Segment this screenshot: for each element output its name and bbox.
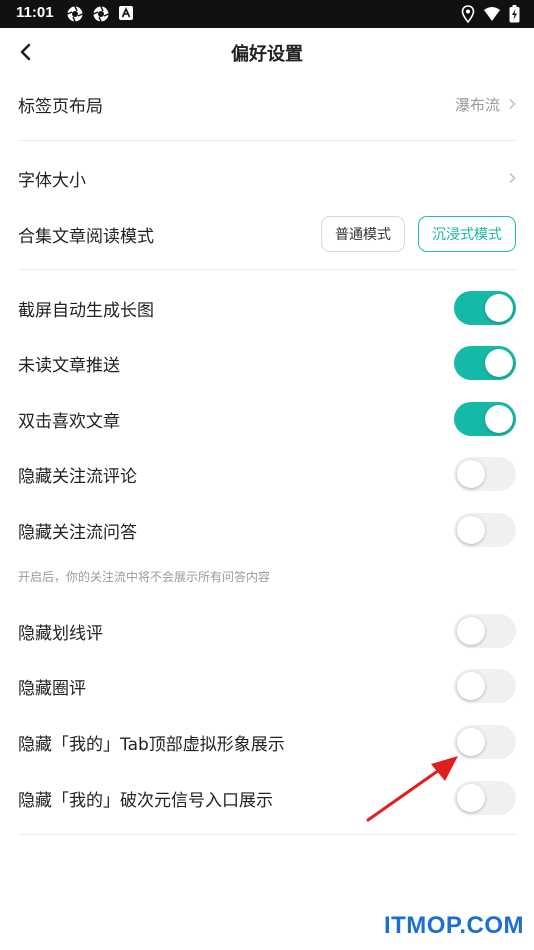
chevron-right-icon <box>509 172 516 184</box>
qa-hint-text: 开启后，你的关注流中将不会展示所有问答内容 <box>18 570 271 584</box>
toggle-knob <box>457 516 485 544</box>
toggle-label: 隐藏「我的」Tab顶部虚拟形象展示 <box>18 734 285 755</box>
toggle-row-hide-feed-qa: 隐藏关注流问答 <box>18 505 516 555</box>
tab-layout-row[interactable]: 标签页布局 瀑布流 <box>18 79 516 129</box>
location-icon <box>461 5 475 27</box>
tab-layout-value: 瀑布流 <box>454 95 500 114</box>
normal-mode-button[interactable]: 普通模式 <box>321 216 405 252</box>
toggle-row-hide-feed-comments: 隐藏关注流评论 <box>18 449 516 499</box>
divider <box>18 834 516 835</box>
toggle-switch[interactable] <box>454 513 516 547</box>
toggle-knob <box>457 460 485 488</box>
toggle-label: 双击喜欢文章 <box>18 411 120 432</box>
font-size-row[interactable]: 字体大小 <box>18 153 516 203</box>
toggle-row-screenshot-long-image: 截屏自动生成长图 <box>18 283 516 333</box>
notification-a-icon <box>118 5 134 27</box>
header-bar: 偏好设置 <box>0 28 534 76</box>
collection-reading-mode-label: 合集文章阅读模式 <box>18 226 154 247</box>
tab-layout-label: 标签页布局 <box>18 96 103 117</box>
toggle-label: 隐藏「我的」破次元信号入口展示 <box>18 790 273 811</box>
toggle-label: 截屏自动生成长图 <box>18 300 154 321</box>
toggle-row-hide-underline-comments: 隐藏划线评 <box>18 606 516 656</box>
toggle-knob <box>485 405 513 433</box>
divider <box>18 269 516 270</box>
chevron-right-icon <box>509 98 516 110</box>
toggle-label: 隐藏圈评 <box>18 678 86 699</box>
toggle-switch[interactable] <box>454 669 516 703</box>
toggle-switch[interactable] <box>454 291 516 325</box>
toggle-label: 隐藏关注流评论 <box>18 466 137 487</box>
toggle-switch[interactable] <box>454 346 516 380</box>
divider <box>18 140 516 141</box>
toggle-knob <box>485 294 513 322</box>
toggle-switch[interactable] <box>454 614 516 648</box>
aperture-icon <box>66 5 84 27</box>
toggle-knob <box>457 672 485 700</box>
watermark-text: ITMOP.COM <box>383 912 524 939</box>
font-size-label: 字体大小 <box>18 170 86 191</box>
toggle-row-hide-circle-comments: 隐藏圈评 <box>18 661 516 711</box>
immersive-mode-button[interactable]: 沉浸式模式 <box>418 216 516 252</box>
wifi-icon <box>483 6 501 26</box>
status-bar: 11:01 <box>0 0 534 28</box>
annotation-arrow <box>366 756 458 822</box>
toggle-label: 隐藏划线评 <box>18 623 103 644</box>
toggle-switch[interactable] <box>454 457 516 491</box>
battery-charging-icon <box>509 5 520 27</box>
toggle-row-unread-push: 未读文章推送 <box>18 338 516 388</box>
page-title: 偏好设置 <box>231 44 303 65</box>
aperture-icon <box>92 5 110 27</box>
toggle-label: 未读文章推送 <box>18 355 120 376</box>
toggle-row-double-tap-like: 双击喜欢文章 <box>18 394 516 444</box>
toggle-label: 隐藏关注流问答 <box>18 522 137 543</box>
collection-reading-mode-row: 合集文章阅读模式 普通模式 沉浸式模式 <box>18 209 516 259</box>
toggle-knob <box>485 349 513 377</box>
toggle-knob <box>457 617 485 645</box>
status-time: 11:01 <box>16 4 54 21</box>
toggle-switch[interactable] <box>454 402 516 436</box>
